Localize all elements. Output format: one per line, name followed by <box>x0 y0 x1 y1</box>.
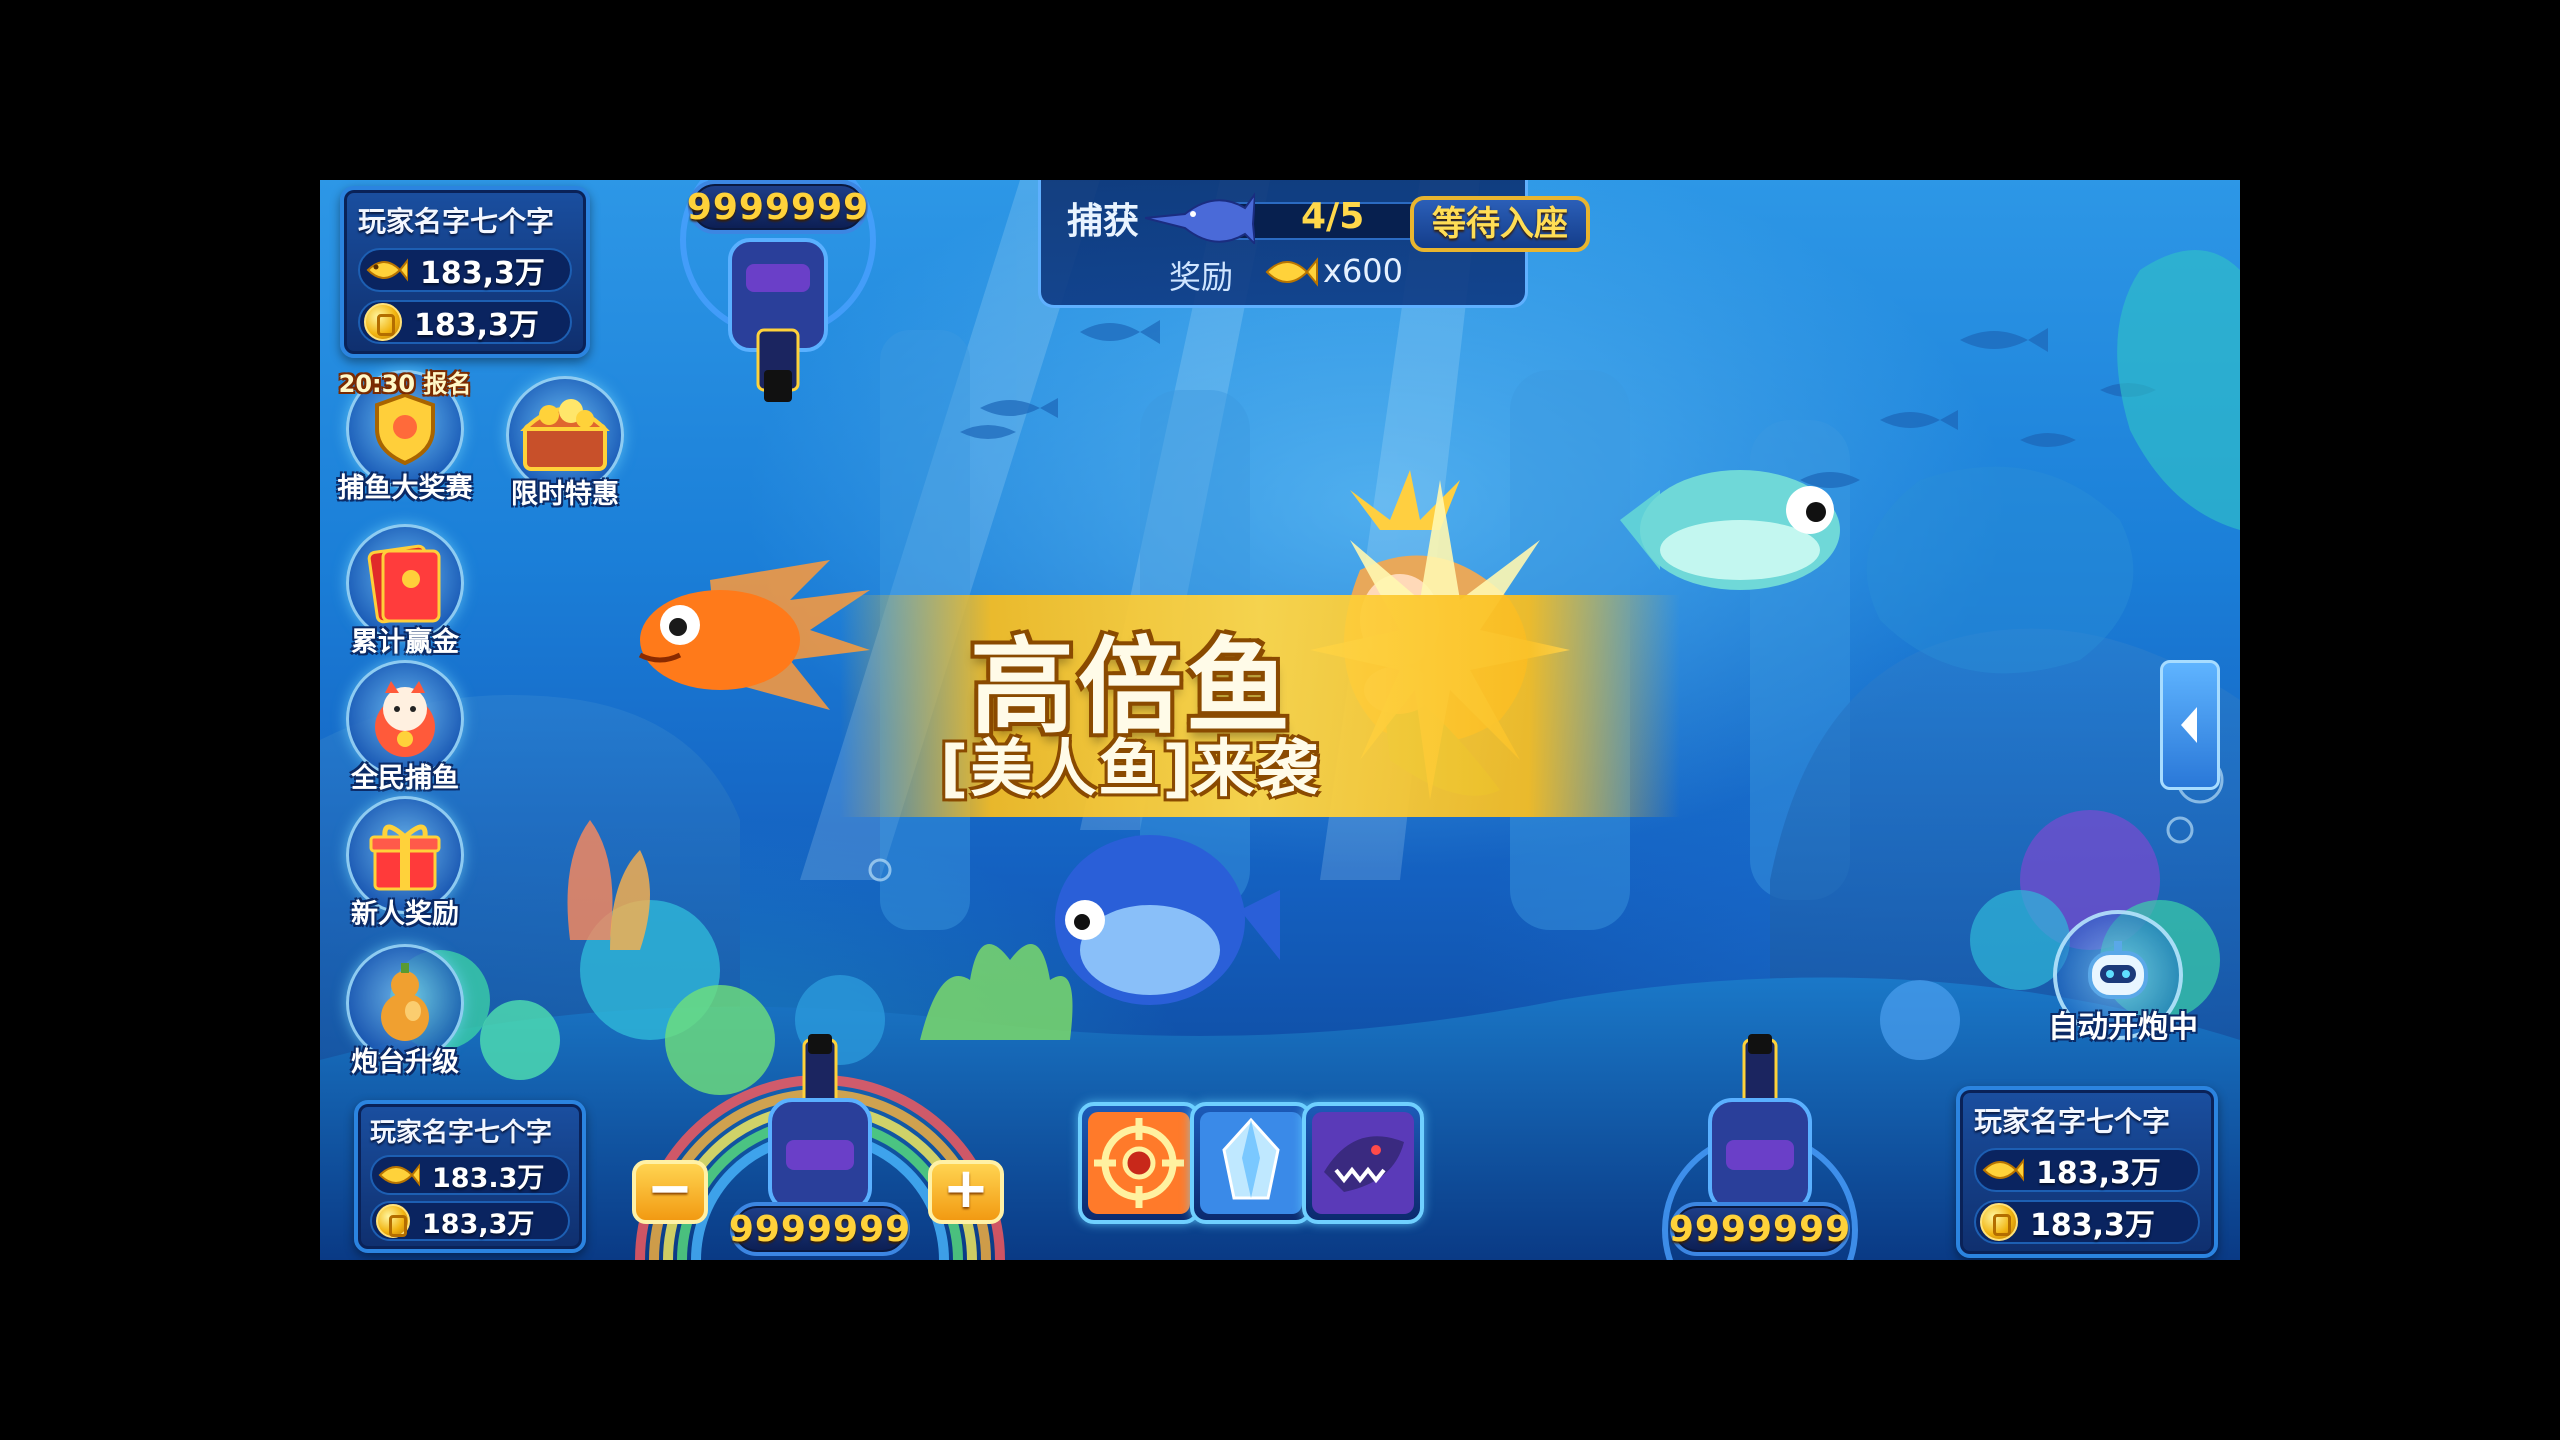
player-panel-bottom-left: 玩家名字七个字 183.3万 183,3万 <box>354 1100 586 1253</box>
side-item-label: 限时特惠 <box>511 479 619 510</box>
gold-coin-icon <box>364 303 402 341</box>
fish-balance-row: 183,3万 <box>358 248 572 292</box>
side-item-label: 全民捕鱼 <box>351 763 459 794</box>
player-panel-top-left: 玩家名字七个字 183,3万 183,3万 <box>340 186 590 358</box>
gold-fish-icon <box>1265 257 1318 287</box>
skill-freeze-button[interactable] <box>1190 1102 1312 1224</box>
side-item-label: 累计赢金 <box>351 627 459 658</box>
player-panel-bottom-right: 玩家名字七个字 183,3万 183,3万 <box>1956 1086 2218 1258</box>
capture-label: 捕获 <box>1067 201 1140 242</box>
cannon-bet-value: 9999999 <box>729 1202 910 1256</box>
shark-frenzy-icon <box>1312 1112 1414 1214</box>
auto-fire-button[interactable]: 自动开炮中 <box>2048 910 2198 1046</box>
side-item-label: 捕鱼大奖赛 <box>337 473 473 504</box>
auto-fire-label: 自动开炮中 <box>2048 1010 2198 1045</box>
gold-fish-icon <box>1982 1158 2024 1182</box>
capture-count: 4/5 <box>1301 196 1365 237</box>
fish-balance: 183.3万 <box>432 1162 545 1194</box>
fish-balance: 183,3万 <box>2036 1156 2161 1191</box>
fish-balance: 183,3万 <box>420 256 545 291</box>
coin-balance: 183,3万 <box>2030 1208 2155 1243</box>
increase-bet-button[interactable]: + <box>928 1160 1004 1224</box>
cannon-top[interactable]: 9999999 <box>678 180 878 410</box>
collapse-panel-button[interactable] <box>2160 660 2220 790</box>
side-item-tournament[interactable]: 20:30 报名 捕鱼大奖赛 <box>330 370 480 505</box>
tournament-time-badge: 20:30 报名 <box>338 370 472 398</box>
reward-value: x600 <box>1323 252 1404 290</box>
fish-balance-row: 183.3万 <box>370 1155 570 1195</box>
crosshair-lock-icon <box>1088 1112 1190 1214</box>
side-item-cannon-upgrade[interactable]: 炮台升级 <box>330 944 480 1079</box>
gold-fish-icon <box>366 258 408 282</box>
wait-seat-button[interactable]: 等待入座 <box>1410 196 1590 252</box>
coin-balance-row: 183,3万 <box>1974 1200 2200 1244</box>
gold-coin-icon <box>376 1204 410 1238</box>
player-name: 玩家名字七个字 <box>1974 1105 2171 1138</box>
game-stage[interactable]: 玩家名字七个字 183,3万 183,3万 9999999 捕获 4/5 奖励 <box>320 180 2240 1260</box>
coin-balance-row: 183,3万 <box>370 1201 570 1241</box>
cannon-bet-value: 9999999 <box>1669 1202 1850 1256</box>
cannon-bottom-right[interactable]: 9999999 <box>1660 1030 1860 1260</box>
chevron-left-icon <box>2181 707 2197 743</box>
banner-subtitle: [美人鱼]来袭 <box>940 732 1321 805</box>
decrease-bet-button[interactable]: − <box>632 1160 708 1224</box>
side-item-accumulated-win[interactable]: 累计赢金 <box>330 524 480 659</box>
player-name: 玩家名字七个字 <box>358 205 555 238</box>
gold-fish-icon <box>378 1163 420 1187</box>
gold-coin-icon <box>1980 1203 2018 1241</box>
coin-balance-row: 183,3万 <box>358 300 572 344</box>
side-item-newbie-reward[interactable]: 新人奖励 <box>330 796 480 931</box>
cannon-player[interactable]: 9999999 <box>720 1030 920 1260</box>
reward-label: 奖励 <box>1169 258 1234 296</box>
swordfish-icon <box>1145 192 1255 244</box>
skill-frenzy-button[interactable] <box>1302 1102 1424 1224</box>
ice-crystal-icon <box>1200 1112 1302 1214</box>
coin-balance: 183,3万 <box>422 1208 535 1240</box>
side-item-limited-offer[interactable]: 限时特惠 <box>490 376 640 511</box>
skill-lock-target-button[interactable] <box>1078 1102 1200 1224</box>
fish-balance-row: 183,3万 <box>1974 1148 2200 1192</box>
coin-balance: 183,3万 <box>414 308 539 343</box>
side-item-label: 炮台升级 <box>351 1047 459 1078</box>
cannon-bet-value: 9999999 <box>687 180 868 234</box>
player-name: 玩家名字七个字 <box>370 1118 553 1148</box>
side-item-label: 新人奖励 <box>351 899 459 930</box>
side-item-all-fishing[interactable]: 全民捕鱼 <box>330 660 480 795</box>
